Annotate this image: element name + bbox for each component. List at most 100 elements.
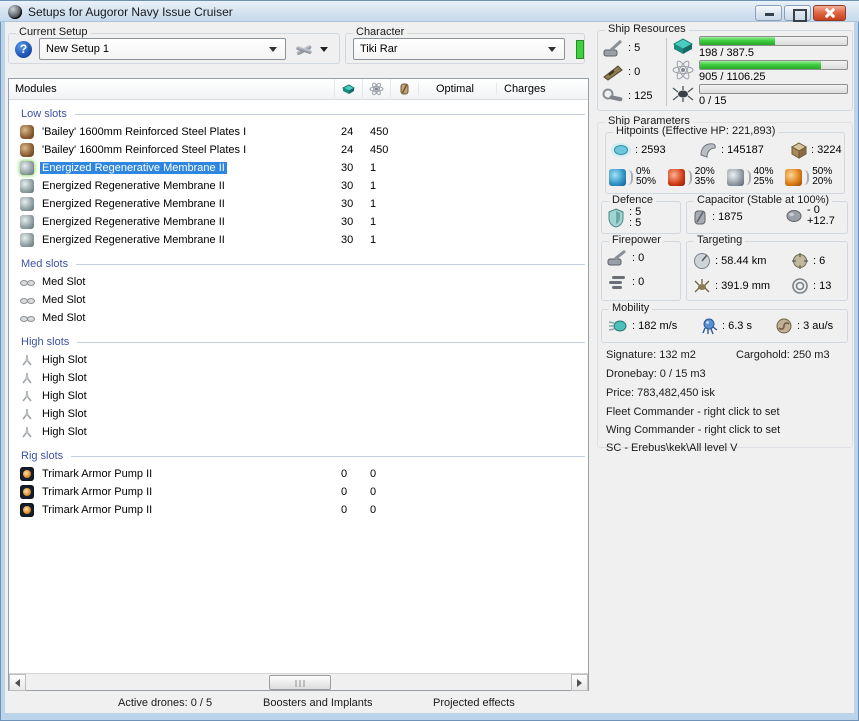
- module-row[interactable]: Energized Regenerative Membrane II 30 1: [9, 231, 588, 249]
- align-time-value: : 6.3 s: [722, 320, 752, 332]
- turret-dps-icon: [606, 249, 628, 267]
- module-name: High Slot: [42, 390, 87, 402]
- modules-panel: Modules Optimal Charges Low slots 'Baile…: [8, 78, 589, 691]
- module-row-selected[interactable]: Energized Regenerative Membrane II 30 1: [9, 159, 588, 177]
- titlebar[interactable]: Setups for Augoror Navy Issue Cruiser: [0, 0, 859, 22]
- targeting-title: Targeting: [694, 234, 746, 246]
- section-title: Low slots: [21, 108, 67, 120]
- module-row[interactable]: Energized Regenerative Membrane II 30 1: [9, 195, 588, 213]
- module-row[interactable]: Energized Regenerative Membrane II 30 1: [9, 177, 588, 195]
- modules-column-header[interactable]: Modules: [9, 83, 334, 95]
- resist-divider: [746, 169, 751, 185]
- horizontal-scrollbar[interactable]: [9, 673, 588, 691]
- fleet-commander-setting[interactable]: Fleet Commander - right click to set: [606, 406, 780, 418]
- minimize-button[interactable]: [755, 5, 782, 21]
- powergrid-column-icon[interactable]: [362, 78, 390, 100]
- warp-speed-stat: : 3 au/s: [775, 317, 845, 335]
- module-row-empty[interactable]: High Slot: [9, 387, 588, 405]
- character-combobox[interactable]: Tiki Rar: [353, 38, 565, 60]
- charges-column-header[interactable]: Charges: [496, 83, 588, 95]
- max-targets-stat: : 6: [791, 248, 845, 273]
- module-row-empty[interactable]: High Slot: [9, 351, 588, 369]
- turret-dps-stat: : 0: [606, 249, 644, 267]
- optimal-column-header[interactable]: Optimal: [418, 83, 496, 95]
- module-cpu-value: 0: [341, 468, 348, 480]
- resists-row: 0% 50% 20% 35% 40% 25% 50% 20%: [609, 167, 844, 187]
- wing-commander-setting[interactable]: Wing Commander - right click to set: [606, 424, 780, 436]
- sensor-strength-value: : 13: [813, 279, 832, 292]
- module-row-empty[interactable]: High Slot: [9, 405, 588, 423]
- module-row[interactable]: 'Bailey' 1600mm Reinforced Steel Plates …: [9, 123, 588, 141]
- launcher-slots-stat: : 0: [602, 60, 662, 84]
- scroll-left-arrow[interactable]: [9, 674, 26, 691]
- kinetic-resist-icon: [726, 168, 744, 186]
- module-row-empty[interactable]: High Slot: [9, 423, 588, 441]
- setup-combobox[interactable]: New Setup 1: [39, 38, 286, 60]
- cpu-column-icon[interactable]: [334, 78, 362, 100]
- setup-tools-button[interactable]: [294, 41, 328, 57]
- help-icon[interactable]: ?: [15, 41, 32, 58]
- help-glyph: ?: [19, 42, 28, 56]
- projected-effects-panel[interactable]: Projected effects: [433, 697, 515, 709]
- tools-icon: [294, 41, 314, 57]
- module-cpu-value: 30: [341, 180, 354, 192]
- membrane-icon: [20, 197, 34, 211]
- scan-resolution-stat: : 391.9 mm: [693, 273, 791, 298]
- eft-setups-window: Setups for Augoror Navy Issue Cruiser Cu…: [0, 0, 859, 721]
- module-row[interactable]: Trimark Armor Pump II 0 0: [9, 483, 588, 501]
- capacitor-amount-stat: : 1875: [692, 208, 743, 226]
- firepower-group: Firepower : 0 : 0: [601, 234, 681, 301]
- scrollbar-thumb[interactable]: [269, 675, 331, 690]
- armor-hp-stat: : 145187: [698, 142, 790, 158]
- module-row-empty[interactable]: Med Slot: [9, 309, 588, 327]
- module-row-empty[interactable]: High Slot: [9, 369, 588, 387]
- structure-hp-value: : 3224: [811, 144, 842, 156]
- powergrid-value: 905 / 1106.25: [699, 71, 766, 83]
- setup-combobox-value: New Setup 1: [46, 43, 109, 55]
- high-slot-icon: [20, 407, 34, 421]
- calibration-stat: : 125: [602, 84, 662, 108]
- max-velocity-stat: : 182 m/s: [608, 318, 700, 334]
- module-row[interactable]: Trimark Armor Pump II 0 0: [9, 501, 588, 519]
- modules-list: Low slots 'Bailey' 1600mm Reinforced Ste…: [9, 101, 588, 672]
- module-name: Trimark Armor Pump II: [42, 468, 153, 480]
- align-time-stat: : 6.3 s: [700, 317, 775, 335]
- shield-hp-value: : 2593: [635, 144, 666, 156]
- em-resist-stat: 0% 50%: [609, 167, 668, 187]
- capacitor-amount-value: : 1875: [712, 211, 743, 223]
- module-name: Trimark Armor Pump II: [42, 486, 153, 498]
- kinetic-resist-stat: 40% 25%: [726, 167, 786, 187]
- section-header: Rig slots: [9, 447, 588, 465]
- capacitor-column-icon[interactable]: [390, 78, 418, 100]
- armor-plate-icon: [20, 143, 34, 157]
- section-title: Med slots: [21, 258, 69, 270]
- module-name: High Slot: [42, 372, 87, 384]
- scroll-right-arrow[interactable]: [571, 674, 588, 691]
- defence-group: Defence : 5: 5: [601, 194, 681, 234]
- boosters-implants-panel[interactable]: Boosters and Implants: [263, 697, 372, 709]
- module-name: High Slot: [42, 354, 87, 366]
- character-combobox-value: Tiki Rar: [360, 43, 398, 55]
- membrane-icon: [20, 179, 34, 193]
- active-drones-panel[interactable]: Active drones: 0 / 5: [118, 697, 212, 709]
- module-row-empty[interactable]: Med Slot: [9, 291, 588, 309]
- module-row-empty[interactable]: Med Slot: [9, 273, 588, 291]
- drone-icon: [671, 84, 695, 104]
- module-name: High Slot: [42, 408, 87, 420]
- module-cpu-value: 24: [341, 144, 354, 156]
- powergrid-bar-fill: [700, 61, 821, 69]
- module-row[interactable]: Energized Regenerative Membrane II 30 1: [9, 213, 588, 231]
- module-pg-value: 450: [370, 126, 389, 138]
- defence-shield-icon: [607, 208, 625, 228]
- warp-speed-value: : 3 au/s: [797, 320, 834, 332]
- modules-header: Modules Optimal Charges: [9, 78, 588, 100]
- module-name: Med Slot: [42, 294, 86, 306]
- module-row[interactable]: 'Bailey' 1600mm Reinforced Steel Plates …: [9, 141, 588, 159]
- ship-resources-group: Ship Resources : 5 : 0 : 125 198 / 387.5…: [597, 23, 853, 111]
- section-rule: [77, 341, 585, 343]
- high-slot-icon: [20, 353, 34, 367]
- maximize-button[interactable]: [784, 5, 811, 22]
- explosive-resist-icon: [785, 168, 803, 186]
- close-button[interactable]: [813, 5, 846, 21]
- module-row[interactable]: Trimark Armor Pump II 0 0: [9, 465, 588, 483]
